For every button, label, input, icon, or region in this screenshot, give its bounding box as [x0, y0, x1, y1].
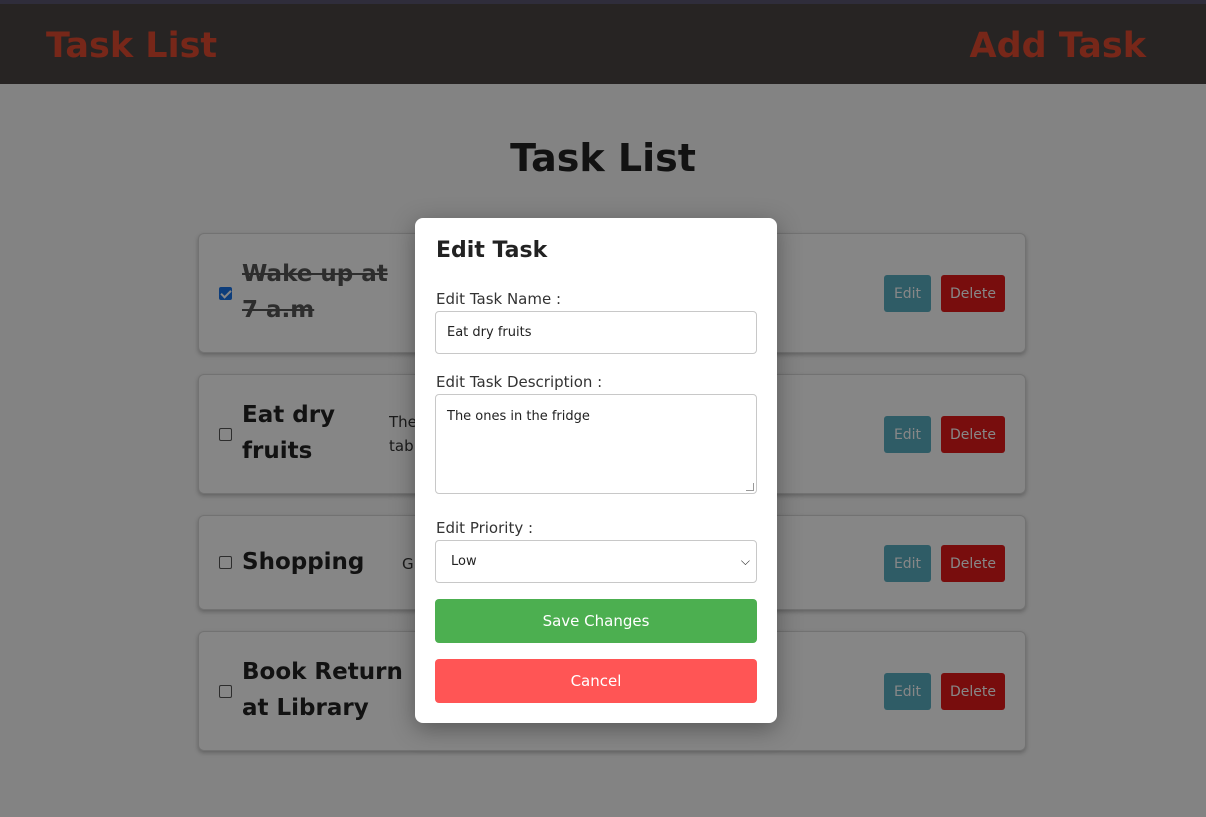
- task-description-label: Edit Task Description :: [436, 373, 603, 391]
- task-name-input[interactable]: Eat dry fruits: [435, 311, 757, 354]
- task-description-text: The ones in the fridge: [447, 409, 590, 424]
- priority-label: Edit Priority :: [436, 519, 534, 537]
- priority-selected-value: Low: [451, 554, 477, 569]
- resize-handle-icon[interactable]: [746, 483, 754, 491]
- save-changes-button[interactable]: Save Changes: [435, 599, 757, 643]
- edit-task-modal: Edit Task Edit Task Name : Eat dry fruit…: [415, 218, 777, 723]
- modal-title: Edit Task: [436, 238, 548, 263]
- chevron-down-icon: ⌵: [740, 554, 750, 568]
- cancel-button[interactable]: Cancel: [435, 659, 757, 703]
- task-name-label: Edit Task Name :: [436, 290, 562, 308]
- priority-select[interactable]: Low ⌵: [435, 540, 757, 583]
- task-description-textarea[interactable]: The ones in the fridge: [435, 394, 757, 494]
